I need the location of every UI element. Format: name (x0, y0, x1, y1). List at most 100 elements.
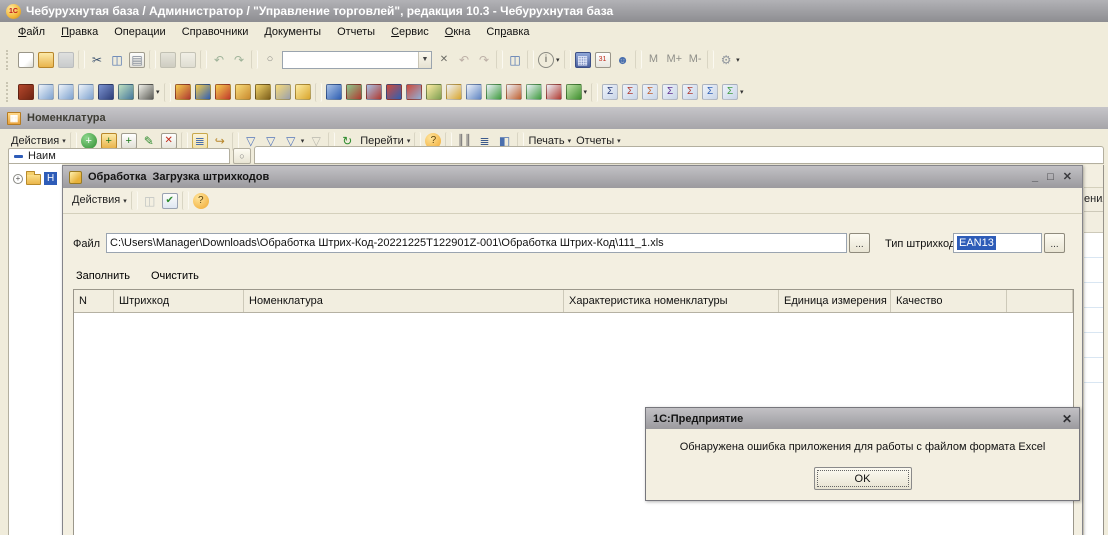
calculator-icon[interactable]: ▦ (574, 50, 592, 69)
user-permissions-icon[interactable]: ☻ (614, 50, 632, 69)
menu-file[interactable]: Файл (10, 24, 53, 40)
cash-out-icon[interactable] (214, 83, 232, 102)
coins-icon[interactable] (294, 83, 312, 102)
print-preview-icon[interactable] (179, 50, 197, 69)
menu-documents[interactable]: Документы (256, 24, 329, 40)
restore-settings-icon[interactable]: ✔ (161, 191, 179, 210)
message-box-titlebar[interactable]: 1С:Предприятие ✕ (646, 408, 1079, 429)
new-document-icon[interactable] (17, 50, 35, 69)
fill-button[interactable]: Заполнить (76, 270, 130, 282)
dialog-titlebar[interactable]: Обработка Загрузка штрихкодов _ □ ✕ (63, 166, 1082, 188)
column-characteristic[interactable]: Характеристика номенклатуры (564, 290, 779, 312)
redo-icon[interactable]: ↷ (230, 50, 248, 69)
goods-return-icon[interactable] (405, 83, 423, 102)
column-nomenclature[interactable]: Номенклатура (244, 290, 564, 312)
nomenclature-tree-panel[interactable]: + Н (8, 164, 62, 535)
save-settings-icon[interactable]: ◫ (141, 191, 159, 210)
maximize-icon[interactable]: □ (1047, 172, 1054, 183)
cash-table-icon[interactable] (117, 83, 135, 102)
minimize-icon[interactable]: _ (1032, 172, 1038, 183)
report-stock-icon[interactable]: Σ (701, 83, 719, 102)
settings-wrench-icon[interactable]: ⚙ ▾ (717, 50, 741, 69)
signature-icon[interactable]: ▾ (137, 83, 161, 102)
column-unit[interactable]: Единица измерения (779, 290, 891, 312)
column-n[interactable]: N (74, 290, 114, 312)
coins-exchange-icon[interactable] (425, 83, 443, 102)
nomenclature-window-titlebar[interactable]: ▦ Номенклатура (0, 107, 1108, 129)
save-document-icon[interactable] (57, 50, 75, 69)
cash-in-icon[interactable] (194, 83, 212, 102)
menu-service[interactable]: Сервис (383, 24, 437, 40)
combo-dropdown-icon[interactable]: ▼ (418, 52, 431, 68)
goods-receipt-icon[interactable] (345, 83, 363, 102)
invoice-coins-icon[interactable] (445, 83, 463, 102)
tree-search-button[interactable]: ○ (233, 148, 251, 164)
paste-icon[interactable]: ▤ (128, 50, 146, 69)
dialog-actions-button[interactable]: Действия ▾ (70, 191, 128, 210)
info-icon[interactable]: i ▾ (537, 50, 561, 69)
barcode-type-browse-button[interactable]: ... (1044, 233, 1065, 253)
invoice-client-icon[interactable] (545, 83, 563, 102)
report-clients-icon[interactable]: Σ (641, 83, 659, 102)
quick-search-input[interactable] (283, 54, 418, 66)
window-titlebar[interactable]: 1С Чебурухнутая база / Администратор / "… (0, 0, 1108, 22)
menu-references[interactable]: Справочники (174, 24, 257, 40)
invoice-person-icon[interactable] (505, 83, 523, 102)
cashier-workplace-icon[interactable] (174, 83, 192, 102)
cut-icon[interactable]: ✂ (88, 50, 106, 69)
barcode-type-field[interactable]: EAN13 (953, 233, 1042, 253)
report-orders-icon[interactable]: Σ (661, 83, 679, 102)
menu-help[interactable]: Справка (478, 24, 537, 40)
copy-window-icon[interactable]: ◫ (506, 50, 524, 69)
invoice-check-icon[interactable] (485, 83, 503, 102)
counterparties-icon[interactable] (97, 83, 115, 102)
pos-terminal-icon[interactable]: ▾ (565, 83, 589, 102)
print-icon[interactable] (159, 50, 177, 69)
expand-icon[interactable]: + (13, 174, 23, 184)
ok-button[interactable]: OK (814, 467, 912, 490)
search-next-icon[interactable]: ↷ (475, 50, 493, 69)
dialog-help-icon[interactable]: ? (192, 191, 210, 210)
invoice-percent-icon[interactable] (525, 83, 543, 102)
buyer-order-icon[interactable] (325, 83, 343, 102)
undo-icon[interactable]: ↶ (210, 50, 228, 69)
menu-windows[interactable]: Окна (437, 24, 479, 40)
search-icon[interactable]: ○ (261, 50, 279, 69)
supplier-order-icon[interactable] (365, 83, 383, 102)
clear-search-icon[interactable]: ✕ (435, 50, 453, 69)
menu-operations[interactable]: Операции (106, 24, 173, 40)
menu-edit[interactable]: Правка (53, 24, 106, 40)
toolbar-grip[interactable] (6, 82, 10, 102)
file-browse-button[interactable]: ... (849, 233, 870, 253)
close-icon[interactable]: ✕ (1063, 172, 1072, 183)
search-prev-icon[interactable]: ↶ (455, 50, 473, 69)
report-purchases-icon[interactable]: Σ (621, 83, 639, 102)
toolbar-grip[interactable] (6, 50, 10, 70)
column-filler[interactable] (1007, 290, 1073, 312)
report-sales-icon[interactable]: Σ (601, 83, 619, 102)
tree-column-header[interactable]: Наим (8, 148, 230, 164)
reports-cabinet-icon[interactable] (17, 83, 35, 102)
column-barcode[interactable]: Штрихкод (114, 290, 244, 312)
goods-issue-icon[interactable] (385, 83, 403, 102)
calendar-icon[interactable]: 31 (594, 50, 612, 69)
payment-order-icon[interactable] (274, 83, 292, 102)
file-path-field[interactable]: C:\Users\Manager\Downloads\Обработка Штр… (106, 233, 847, 253)
copy-icon[interactable]: ◫ (108, 50, 126, 69)
report-debts-icon[interactable]: Σ (681, 83, 699, 102)
m-minus-icon[interactable]: M- (686, 50, 704, 69)
print-document-icon[interactable] (37, 83, 55, 102)
bank-icon[interactable] (254, 83, 272, 102)
close-icon[interactable]: ✕ (1062, 412, 1072, 426)
tree-item[interactable]: + Н (9, 164, 62, 185)
m-recall-icon[interactable]: M (645, 50, 663, 69)
invoice-copy-icon[interactable] (465, 83, 483, 102)
print-price-tags-icon[interactable] (77, 83, 95, 102)
column-quality[interactable]: Качество (891, 290, 1007, 312)
menu-reports[interactable]: Отчеты (329, 24, 383, 40)
m-plus-icon[interactable]: M+ (665, 50, 685, 69)
payments-person-icon[interactable] (234, 83, 252, 102)
open-document-icon[interactable] (37, 50, 55, 69)
clear-button[interactable]: Очистить (151, 270, 199, 282)
report-summary-icon[interactable]: Σ ▾ (721, 83, 745, 102)
